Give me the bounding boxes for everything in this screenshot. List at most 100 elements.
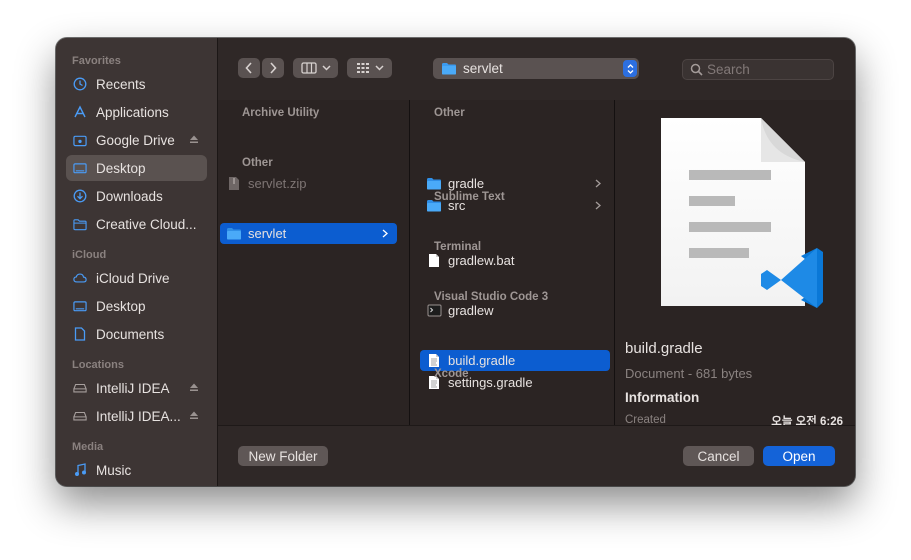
disk-icon bbox=[73, 409, 87, 423]
chevron-down-icon bbox=[374, 65, 384, 71]
sidebar-item[interactable]: IntelliJ IDEA... bbox=[66, 403, 207, 429]
forward-button[interactable] bbox=[262, 58, 284, 78]
eject-icon[interactable] bbox=[189, 135, 199, 146]
sidebar: Favorites Recents Applications Google Drive… bbox=[56, 38, 218, 486]
eject-icon[interactable] bbox=[189, 383, 199, 394]
back-button[interactable] bbox=[238, 58, 260, 78]
footer: New Folder Cancel Open bbox=[218, 425, 855, 486]
sidebar-item-label: Music bbox=[96, 462, 132, 478]
desktop-icon bbox=[73, 299, 87, 313]
search-input[interactable] bbox=[707, 62, 822, 77]
clock-icon bbox=[73, 77, 87, 91]
sidebar-item[interactable]: Recents bbox=[66, 71, 207, 97]
path-popup[interactable]: servlet bbox=[433, 58, 639, 79]
item-name: gradlew.bat bbox=[448, 253, 515, 268]
desktop-icon bbox=[73, 161, 87, 175]
column-group-title: Archive Utility bbox=[242, 107, 320, 119]
sidebar-item-label: Downloads bbox=[96, 188, 163, 204]
folder-icon bbox=[226, 226, 242, 242]
cloud-icon bbox=[73, 271, 87, 285]
sidebar-item-label: Creative Cloud... bbox=[96, 216, 197, 232]
sidebar-item-label: IntelliJ IDEA... bbox=[96, 408, 181, 424]
view-mode-button[interactable] bbox=[293, 58, 338, 78]
downloads-icon bbox=[73, 189, 87, 203]
chevron-right-icon bbox=[592, 177, 604, 191]
folder-row[interactable]: servlet bbox=[220, 223, 397, 244]
chevron-right-icon bbox=[592, 199, 604, 213]
text-file-icon bbox=[426, 353, 442, 369]
file-row[interactable]: gradlew bbox=[420, 300, 610, 321]
column-group-title: Other bbox=[434, 107, 465, 119]
search-field[interactable] bbox=[682, 59, 834, 80]
sidebar-item-label: Google Drive bbox=[96, 132, 175, 148]
chevron-down-icon bbox=[321, 65, 331, 71]
sidebar-item-label: IntelliJ IDEA bbox=[96, 380, 170, 396]
column-group-title: Terminal bbox=[434, 241, 482, 253]
group-button[interactable] bbox=[347, 58, 392, 78]
item-name: build.gradle bbox=[448, 353, 516, 368]
applications-icon bbox=[73, 105, 87, 119]
toolbar: servlet bbox=[218, 38, 855, 100]
grid-icon bbox=[356, 63, 369, 73]
sidebar-item[interactable]: Desktop bbox=[66, 293, 207, 319]
open-file-dialog: Favorites Recents Applications Google Drive… bbox=[56, 38, 855, 486]
file-icon bbox=[426, 253, 442, 269]
preview-kind-size: Document - 681 bytes bbox=[625, 366, 753, 381]
drive-folder-icon bbox=[73, 133, 87, 147]
folder-icon bbox=[442, 63, 456, 75]
chevron-right-icon bbox=[379, 227, 391, 241]
disk-icon bbox=[73, 381, 87, 395]
item-name: gradlew bbox=[448, 303, 494, 318]
sidebar-item-label: Documents bbox=[96, 326, 165, 342]
open-button[interactable]: Open bbox=[763, 446, 835, 466]
sidebar-item[interactable]: Desktop bbox=[66, 155, 207, 181]
column-2: Other gradle src Sublime Text gradlew.bat Ter… bbox=[410, 100, 615, 425]
sidebar-item[interactable]: Google Drive bbox=[66, 127, 207, 153]
new-folder-button[interactable]: New Folder bbox=[238, 446, 328, 466]
chevron-right-icon bbox=[270, 62, 277, 74]
sidebar-item-label: iCloud Drive bbox=[96, 270, 170, 286]
folder-icon bbox=[426, 176, 442, 192]
item-name: servlet bbox=[248, 226, 287, 241]
sidebar-item[interactable]: Music bbox=[66, 457, 207, 483]
sidebar-section-title: iCloud bbox=[72, 249, 107, 261]
chevron-left-icon bbox=[245, 62, 252, 74]
updown-chevron-icon bbox=[623, 60, 637, 77]
created-label: Created bbox=[625, 414, 666, 425]
zip-file-icon bbox=[226, 176, 242, 192]
sidebar-item[interactable]: Downloads bbox=[66, 183, 207, 209]
sidebar-item[interactable]: Creative Cloud... bbox=[66, 211, 207, 237]
sidebar-item[interactable]: Documents bbox=[66, 321, 207, 347]
column-group-title: Sublime Text bbox=[434, 191, 505, 203]
sidebar-item-label: Recents bbox=[96, 76, 146, 92]
information-heading: Information bbox=[625, 390, 700, 405]
preview-pane: build.gradle Document - 681 bytes Inform… bbox=[615, 100, 855, 425]
sidebar-item-label: Applications bbox=[96, 104, 169, 120]
cancel-button[interactable]: Cancel bbox=[683, 446, 754, 466]
sidebar-section-title: Media bbox=[72, 441, 104, 453]
created-value: 오늘 오전 6:26 bbox=[771, 416, 843, 425]
sidebar-section-title: Locations bbox=[72, 359, 124, 371]
file-row[interactable]: servlet.zip bbox=[220, 173, 397, 194]
sidebar-item-label: Desktop bbox=[96, 298, 146, 314]
column-1: Archive Utility servlet.zip Other servlet bbox=[218, 100, 410, 425]
sidebar-item[interactable]: IntelliJ IDEA bbox=[66, 375, 207, 401]
column-group-title: Visual Studio Code 3 bbox=[434, 291, 549, 303]
path-label: servlet bbox=[463, 61, 503, 76]
item-name: settings.gradle bbox=[448, 375, 533, 390]
column-group-title: Other bbox=[242, 157, 273, 169]
document-icon bbox=[73, 327, 87, 341]
columns-view-icon bbox=[300, 62, 317, 74]
preview-filename: build.gradle bbox=[625, 340, 703, 357]
sidebar-item-label: Desktop bbox=[96, 160, 146, 176]
item-name: servlet.zip bbox=[248, 176, 307, 191]
document-preview-icon bbox=[661, 118, 823, 308]
search-icon bbox=[690, 63, 703, 76]
folder-icon bbox=[73, 217, 87, 231]
sidebar-item[interactable]: Applications bbox=[66, 99, 207, 125]
eject-icon[interactable] bbox=[189, 411, 199, 422]
music-icon bbox=[73, 463, 87, 477]
sidebar-section-title: Favorites bbox=[72, 55, 121, 67]
sidebar-item[interactable]: iCloud Drive bbox=[66, 265, 207, 291]
file-row[interactable]: gradlew.bat bbox=[420, 250, 610, 271]
